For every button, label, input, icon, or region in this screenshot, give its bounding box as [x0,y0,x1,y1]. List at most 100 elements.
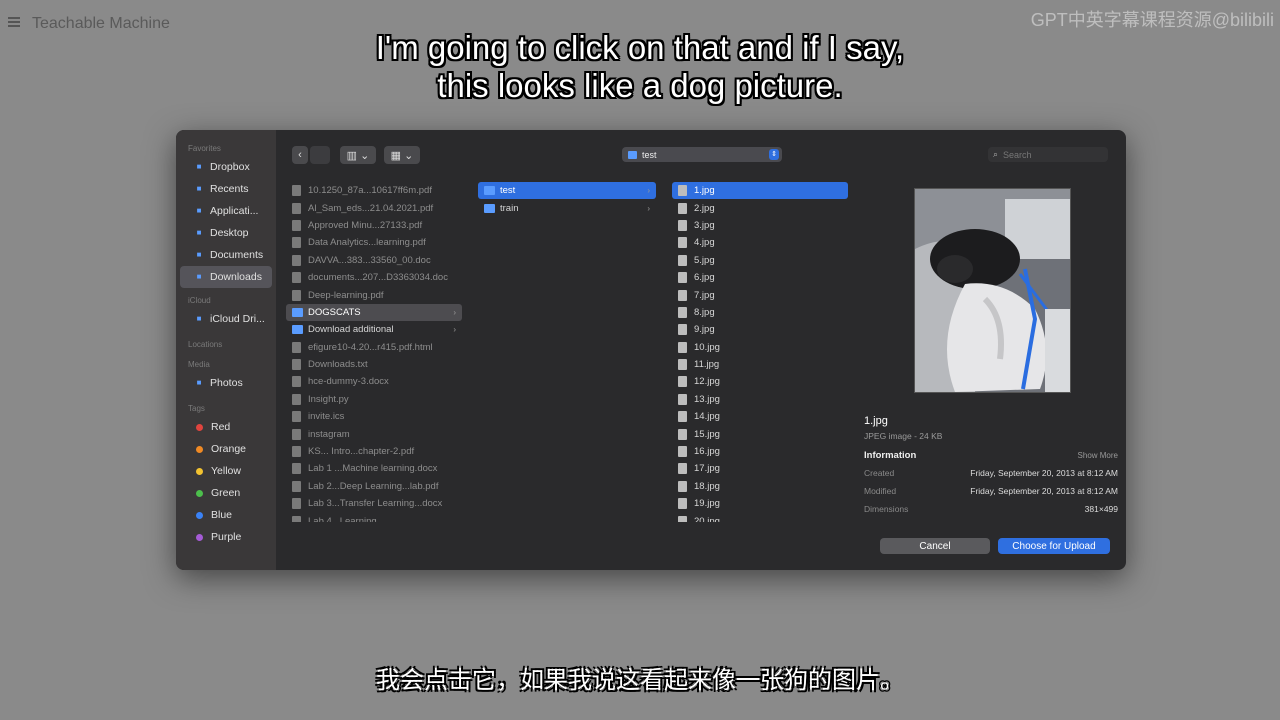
sidebar-item-dropbox[interactable]: ■ Dropbox [180,156,272,178]
file-row[interactable]: Lab 2...Deep Learning...lab.pdf [286,478,462,495]
file-row[interactable]: instagram [286,425,462,442]
file-row[interactable]: 7.jpg [672,286,848,303]
preview-kind: JPEG image - 24 KB [864,431,943,441]
file-row[interactable]: 6.jpg [672,269,848,286]
file-row[interactable]: 10.jpg [672,339,848,356]
file-row[interactable]: 10.1250_87a...10617ff6m.pdf [286,182,462,199]
applications-icon: ■ [196,206,202,215]
view-mode-button[interactable]: ▥ ⌄ [340,146,376,164]
file-row[interactable]: 5.jpg [672,252,848,269]
choose-for-upload-button[interactable]: Choose for Upload [998,538,1110,554]
sidebar-item-label: Desktop [210,227,249,239]
file-row[interactable]: Approved Minu...27133.pdf [286,217,462,234]
sidebar-item-applicati[interactable]: ■ Applicati... [180,200,272,222]
file-row[interactable]: hce-dummy-3.docx [286,373,462,390]
sidebar-item-icloud-dri[interactable]: ■ iCloud Dri... [180,308,272,330]
file-name: instagram [308,428,350,440]
file-icon [292,185,301,197]
file-row[interactable]: 9.jpg [672,321,848,338]
sidebar-item-documents[interactable]: ■ Documents [180,244,272,266]
sidebar-item-desktop[interactable]: ■ Desktop [180,222,272,244]
tag-purple[interactable]: Purple [180,526,272,548]
file-name: 17.jpg [694,463,720,475]
folder-row[interactable]: train › [478,199,656,216]
file-name: documents...207...D3363034.doc [308,272,448,284]
file-column-3: 1.jpg 2.jpg 3.jpg 4.jpg 5.jpg 6.jpg 7.jpg 8.jpg… [672,182,848,522]
file-name: Approved Minu...27133.pdf [308,219,423,231]
subtitle-en-line-2: this looks like a dog picture. [437,67,843,104]
file-row[interactable]: 1.jpg [672,182,848,200]
sidebar-item-recents[interactable]: ■ Recents [180,178,272,200]
file-name: 5.jpg [694,254,715,266]
file-row[interactable]: Data Analytics...learning.pdf [286,234,462,251]
hamburger-menu-icon[interactable] [8,17,20,27]
dropbox-icon: ■ [196,162,202,171]
file-row[interactable]: 12.jpg [672,373,848,390]
file-row[interactable]: Al_Sam_eds...21.04.2021.pdf [286,199,462,216]
file-icon [292,202,301,214]
tag-dot-icon [196,423,203,431]
sidebar-item-photos[interactable]: ■ Photos [180,372,272,394]
file-row[interactable]: Lab 1 ...Machine learning.docx [286,460,462,477]
document-icon: ■ [196,250,202,259]
file-row[interactable]: DAVVA...383...33560_00.doc [286,252,462,269]
file-icon [292,376,301,388]
file-row[interactable]: 4.jpg [672,234,848,251]
sidebar-section-media: Media [188,360,210,369]
folder-row[interactable]: Download additional › [286,321,462,338]
file-row[interactable]: 14.jpg [672,408,848,425]
file-name: invite.ics [308,411,345,423]
file-name: 20.jpg [694,515,720,522]
file-name: Lab 3...Transfer Learning...docx [308,498,443,510]
file-row[interactable]: 11.jpg [672,356,848,373]
file-row[interactable]: 18.jpg [672,478,848,495]
file-row[interactable]: 15.jpg [672,425,848,442]
file-row[interactable]: 16.jpg [672,443,848,460]
file-row[interactable]: Lab 4...Learning... [286,512,462,522]
location-popup[interactable]: test ⇕ [622,147,782,162]
image-file-icon [678,446,687,458]
file-row[interactable]: 20.jpg [672,512,848,522]
file-row[interactable]: Downloads.txt [286,356,462,373]
cancel-button[interactable]: Cancel [880,538,990,554]
file-row[interactable]: 2.jpg [672,199,848,216]
tag-green[interactable]: Green [180,482,272,504]
file-row[interactable]: KS... Intro...chapter-2.pdf [286,443,462,460]
image-file-icon [678,237,687,249]
file-name: efigure10-4.20...r415.pdf.html [308,341,433,353]
folder-row[interactable]: DOGSCATS › [286,303,462,322]
sidebar-item-downloads[interactable]: ■ Downloads [180,266,272,288]
image-file-icon [678,463,687,475]
file-row[interactable]: 19.jpg [672,495,848,512]
tag-blue[interactable]: Blue [180,504,272,526]
file-row[interactable]: 3.jpg [672,217,848,234]
image-file-icon [678,202,687,214]
file-icon [292,272,301,284]
folder-row[interactable]: test › [478,182,656,200]
chevron-right-icon: › [647,186,650,196]
show-more-link[interactable]: Show More [864,451,1118,460]
image-file-icon [678,289,687,301]
tag-orange[interactable]: Orange [180,438,272,460]
file-name: 15.jpg [694,428,720,440]
file-row[interactable]: 13.jpg [672,391,848,408]
file-row[interactable]: invite.ics [286,408,462,425]
file-row[interactable]: Lab 3...Transfer Learning...docx [286,495,462,512]
file-name: DOGSCATS [308,306,361,318]
file-row[interactable]: Insight.py [286,391,462,408]
file-row[interactable]: 17.jpg [672,460,848,477]
search-field[interactable]: ⌕ Search [988,147,1108,162]
sidebar-item-label: Dropbox [210,161,250,173]
file-name: hce-dummy-3.docx [308,376,389,388]
file-row[interactable]: documents...207...D3363034.doc [286,269,462,286]
forward-button[interactable] [310,146,330,164]
chevron-left-icon: ‹ [298,149,302,161]
created-value: Friday, September 20, 2013 at 8:12 AM [970,468,1118,478]
back-button[interactable]: ‹ [292,146,308,164]
tag-yellow[interactable]: Yellow [180,460,272,482]
file-row[interactable]: 8.jpg [672,304,848,321]
group-button[interactable]: ▦ ⌄ [384,146,420,164]
file-row[interactable]: Deep-learning.pdf [286,286,462,303]
file-row[interactable]: efigure10-4.20...r415.pdf.html [286,339,462,356]
tag-red[interactable]: Red [180,416,272,438]
